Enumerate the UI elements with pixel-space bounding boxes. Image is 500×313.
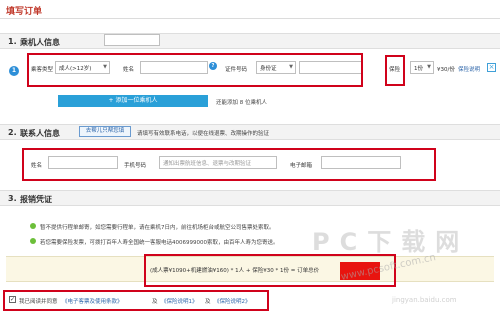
chevron-down-icon: ▼ xyxy=(427,64,431,70)
contact-help-button[interactable]: 去帮儿只帮您填 xyxy=(79,126,131,137)
passenger-red-highlight xyxy=(27,53,363,87)
section-title: 乘机人信息 xyxy=(20,38,60,47)
passenger-index-icon: 1 xyxy=(9,66,19,76)
section-number: 1. xyxy=(8,37,17,46)
check-icon xyxy=(30,238,36,244)
passenger-section-header: 1. 乘机人信息 xyxy=(0,33,500,49)
check-icon xyxy=(30,223,36,229)
insurance-info-link[interactable]: 保险说明 xyxy=(458,65,480,73)
insurance-price: ¥30/份 xyxy=(437,67,455,73)
watermark-logo: PC下载网 xyxy=(312,228,470,256)
agreement-red-highlight xyxy=(3,290,269,311)
page-title: 填写订单 xyxy=(6,7,43,17)
receipt-line-2: 若您需要保险发票，可拨打百年人寿全国统一客服电话4006999000索取，由百年… xyxy=(40,240,279,246)
receipt-line-1: 暂不提供行程单邮寄，如您需要行程单，请在乘机7日内，前往机场柜台或航空公司售票处… xyxy=(40,225,275,231)
contact-hint: 请填写有效联系电话，以便在线退票、改期操作的验证 xyxy=(137,131,270,137)
section-number: 2. xyxy=(8,128,17,137)
section-title: 联系人信息 xyxy=(20,129,60,138)
section-title: 报销凭证 xyxy=(20,195,52,204)
add-passenger-button[interactable]: + 添加一位乘机人 xyxy=(58,95,208,107)
title-divider xyxy=(0,18,500,19)
section-number: 3. xyxy=(8,194,17,203)
add-passenger-hint: 还能添加 8 位乘机人 xyxy=(216,100,267,106)
watermark-source: jingyan.baidu.com xyxy=(392,296,457,304)
contact-red-highlight xyxy=(22,148,436,181)
insurance-qty-select[interactable]: 1份 ▼ xyxy=(410,61,434,74)
receipt-section-header: 3. 报销凭证 xyxy=(0,190,500,206)
passenger-extra-input[interactable] xyxy=(104,34,160,46)
remove-passenger-icon[interactable]: × xyxy=(487,63,496,72)
insurance-red-highlight xyxy=(385,55,405,86)
